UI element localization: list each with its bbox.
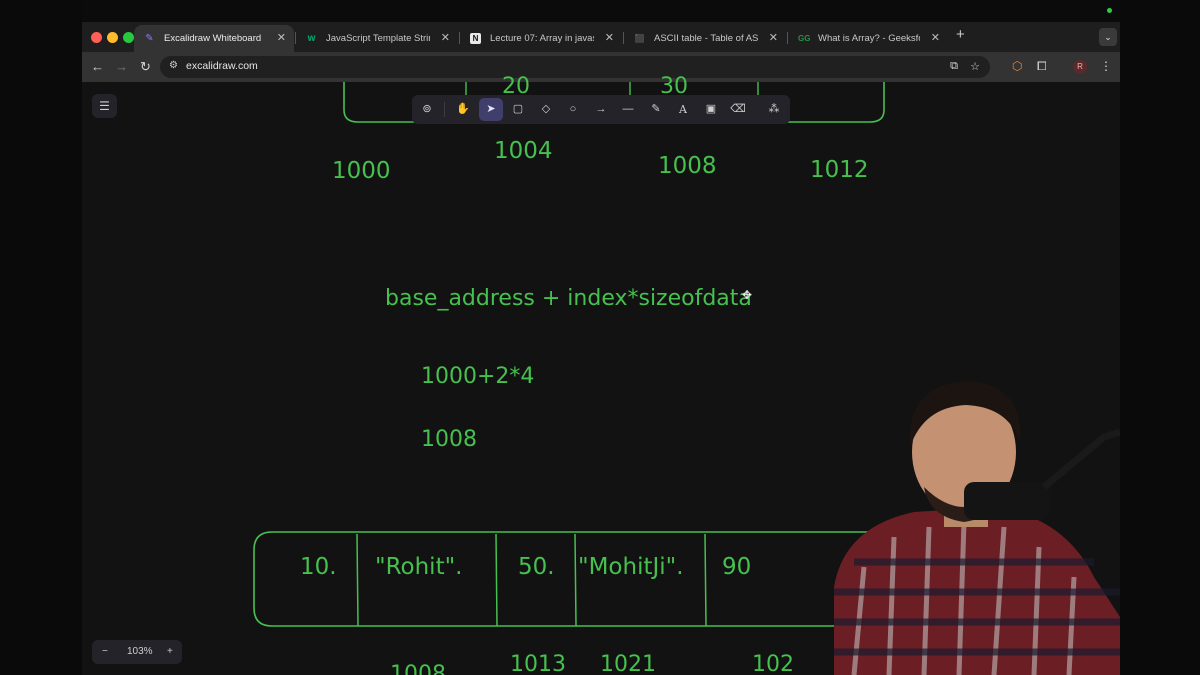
system-menubar (82, 0, 1120, 22)
array-cell-value: 10. (300, 554, 337, 580)
bottom-array-box (253, 531, 884, 627)
address-label: 1008 (658, 153, 717, 179)
new-tab-button[interactable]: + (956, 26, 965, 43)
zoom-level[interactable]: 103% (127, 640, 153, 664)
tab-label: JavaScript Template Strings (326, 33, 430, 44)
more-tools-icon[interactable]: ⁂ (762, 98, 786, 121)
formula-text: base_address + index*sizeofdata (385, 286, 752, 311)
hand-tool-icon[interactable]: ✋ (451, 98, 475, 121)
selection-tool-icon[interactable]: ➤ (479, 98, 503, 121)
minimize-window-button[interactable] (107, 32, 118, 43)
tab-geeksforgeeks[interactable]: GG What is Array? - GeeksforGee ✕ (788, 25, 948, 52)
browser-toolbar: ← → ↻ ⚙ excalidraw.com ⧉ ☆ ⬡ ⧠ R ⋮ (82, 52, 1120, 82)
calculation-text: 1000+2*4 (421, 364, 535, 389)
ellipse-tool-icon[interactable]: ○ (561, 98, 585, 121)
maximize-window-button[interactable] (123, 32, 134, 43)
microphone (964, 482, 1049, 520)
geeksforgeeks-icon: GG (798, 34, 811, 43)
tab-label: Excalidraw Whiteboard (164, 33, 262, 44)
forward-button[interactable]: → (115, 59, 128, 75)
address-label: 1021 (600, 652, 656, 675)
tab-lecture-array[interactable]: N Lecture 07: Array in javascrip ✕ (460, 25, 622, 52)
extension-icon[interactable]: ⬡ (1012, 59, 1022, 73)
array-cell-value: "MohitJi". (578, 554, 684, 580)
recording-indicator (1107, 8, 1112, 13)
ascii-icon: ⬛ (634, 34, 645, 43)
excalidraw-canvas[interactable]: 20 30 1000 1004 1008 1012 base_address +… (82, 74, 1120, 675)
draw-tool-icon[interactable]: ✎ (644, 98, 668, 121)
address-label: 1000 (332, 158, 391, 184)
tab-label: Lecture 07: Array in javascrip (490, 33, 594, 44)
arrow-tool-icon[interactable]: → (589, 98, 613, 121)
notion-icon: N (470, 33, 481, 44)
zoom-out-button[interactable]: − (102, 640, 108, 664)
image-tool-icon[interactable]: ▣ (699, 98, 723, 121)
bottom-array-divider (704, 533, 707, 627)
install-app-icon[interactable]: ⧉ (950, 60, 958, 73)
close-icon[interactable]: ✕ (441, 25, 450, 52)
screen: ✎ Excalidraw Whiteboard ✕ w JavaScript T… (82, 0, 1120, 675)
move-cursor-icon: ✥ (742, 288, 753, 302)
array-cell-value: 90 (722, 554, 752, 580)
address-label: 102 (752, 652, 794, 675)
tab-label: What is Array? - GeeksforGee (818, 33, 920, 44)
array-cell-value: "Rohit". (375, 554, 463, 580)
back-button[interactable]: ← (91, 59, 104, 75)
more-menu-icon[interactable]: ⋮ (1100, 59, 1112, 73)
close-icon[interactable]: ✕ (931, 25, 940, 52)
bottom-array-divider (574, 533, 577, 627)
bookmark-star-icon[interactable]: ☆ (970, 60, 980, 73)
tab-template-strings[interactable]: w JavaScript Template Strings ✕ (296, 25, 458, 52)
tab-excalidraw[interactable]: ✎ Excalidraw Whiteboard ✕ (134, 25, 294, 52)
calculation-result: 1008 (421, 427, 477, 452)
tool-palette: ⊚ ✋ ➤ ▢ ◇ ○ → — ✎ A ▣ ⌫ ⁂ (412, 95, 790, 124)
close-icon[interactable]: ✕ (605, 25, 614, 52)
zoom-controls: − 103% + (92, 640, 182, 664)
main-menu-button[interactable]: ☰ (92, 94, 117, 118)
bottom-array-divider (356, 533, 359, 627)
w3schools-icon: w (307, 33, 316, 44)
eraser-tool-icon[interactable]: ⌫ (726, 98, 750, 121)
address-label: 1013 (510, 652, 566, 675)
tab-strip: ✎ Excalidraw Whiteboard ✕ w JavaScript T… (82, 22, 1120, 52)
text-tool-icon[interactable]: A (671, 98, 695, 121)
close-icon[interactable]: ✕ (277, 25, 286, 52)
profile-avatar[interactable]: R (1073, 60, 1087, 74)
url-text: excalidraw.com (186, 60, 258, 72)
tab-label: ASCII table - Table of ASCII c (654, 33, 758, 44)
presenter-webcam (834, 381, 1120, 675)
address-label: 1012 (810, 157, 869, 183)
site-info-icon[interactable]: ⚙ (169, 60, 178, 71)
rectangle-tool-icon[interactable]: ▢ (506, 98, 530, 121)
zoom-in-button[interactable]: + (167, 640, 173, 664)
address-label: 1004 (494, 138, 553, 164)
address-bar[interactable]: ⚙ excalidraw.com ⧉ ☆ (160, 56, 990, 78)
address-label: 1008 (390, 662, 446, 675)
reload-button[interactable]: ↻ (140, 59, 151, 75)
close-icon[interactable]: ✕ (769, 25, 778, 52)
lock-icon[interactable]: ⊚ (415, 98, 439, 121)
bottom-array-divider (495, 533, 498, 627)
tab-search-button[interactable]: ⌄ (1099, 28, 1117, 46)
diamond-tool-icon[interactable]: ◇ (534, 98, 558, 121)
close-window-button[interactable] (91, 32, 102, 43)
tab-ascii-table[interactable]: ⬛ ASCII table - Table of ASCII c ✕ (624, 25, 786, 52)
array-cell-value: 50. (518, 554, 555, 580)
extensions-puzzle-icon[interactable]: ⧠ (1037, 59, 1047, 73)
excalidraw-icon: ✎ (145, 33, 154, 44)
line-tool-icon[interactable]: — (616, 98, 640, 121)
